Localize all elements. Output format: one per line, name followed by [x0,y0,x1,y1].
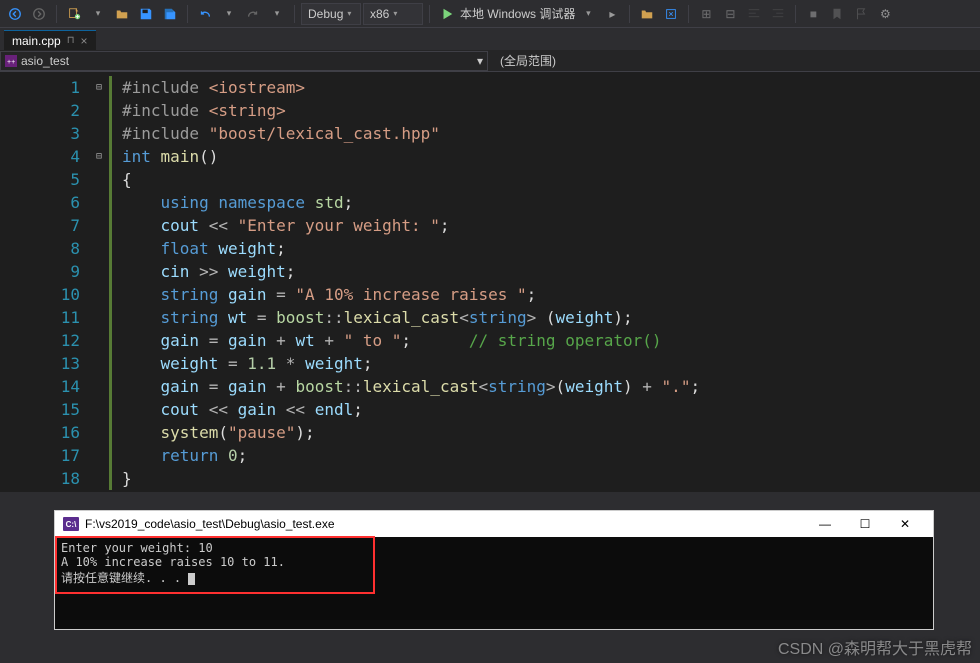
main-toolbar: ▾ ▾ ▾ Debug ▾ x86 ▾ 本地 Windows 调试器 ▾ ▸ ⊞ ⊟… [0,0,980,28]
sync-icon[interactable] [660,3,682,25]
console-line-3: 请按任意键继续. . . [61,569,927,586]
folder-icon[interactable] [636,3,658,25]
config-dropdown[interactable]: Debug ▾ [301,3,361,25]
disabled-btn-2: ⊟ [719,3,741,25]
svg-text:++: ++ [7,59,15,66]
outdent-icon [743,3,765,25]
console-line-1: Enter your weight: 10 [61,541,927,555]
indent-icon [767,3,789,25]
fold-margin: ⊟⊟ [90,72,108,492]
cursor-icon [188,573,195,585]
pin-icon[interactable]: ⊓ [67,35,75,46]
tab-label: main.cpp [12,34,61,48]
close-icon[interactable]: × [81,34,88,48]
line-numbers: 123456789101112131415161718 [0,72,90,492]
code-editor[interactable]: 123456789101112131415161718 ⊟⊟ #include … [0,72,980,492]
undo-icon[interactable] [194,3,216,25]
debugger-more[interactable]: ▸ [601,3,623,25]
cpp-project-icon: ++ [5,55,17,67]
console-title-text: F:\vs2019_code\asio_test\Debug\asio_test… [85,517,335,531]
undo-drop[interactable]: ▾ [218,3,240,25]
chevron-down-icon: ▾ [477,54,483,68]
chevron-down-icon: ▾ [347,9,351,18]
console-titlebar[interactable]: C:\ F:\vs2019_code\asio_test\Debug\asio_… [55,511,933,537]
maximize-button[interactable]: ☐ [845,511,885,537]
project-name: asio_test [21,54,69,68]
document-tabs: main.cpp ⊓ × [0,28,980,50]
scope-dropdown[interactable]: (全局范围) [488,52,980,69]
disabled-btn-1: ⊞ [695,3,717,25]
code-content[interactable]: #include <iostream> #include <string> #i… [114,72,708,492]
open-icon[interactable] [111,3,133,25]
console-icon: C:\ [63,517,79,531]
tool-icon[interactable]: ⚙ [874,3,896,25]
platform-dropdown[interactable]: x86 ▾ [363,3,423,25]
context-bar: ++ asio_test ▾ (全局范围) [0,50,980,72]
minimize-button[interactable]: — [805,511,845,537]
debugger-drop[interactable]: ▾ [577,3,599,25]
config-label: Debug [308,7,343,21]
save-icon[interactable] [135,3,157,25]
start-debug-button[interactable] [436,3,458,25]
console-window: C:\ F:\vs2019_code\asio_test\Debug\asio_… [54,510,934,630]
save-all-icon[interactable] [159,3,181,25]
watermark: CSDN @森明帮大于黑虎帮 [778,635,972,659]
close-button[interactable]: ✕ [885,511,925,537]
nav-back-icon[interactable] [4,3,26,25]
redo-icon[interactable] [242,3,264,25]
platform-label: x86 [370,7,389,21]
new-item-icon[interactable] [63,3,85,25]
comment-icon: ■ [802,3,824,25]
scope-label: (全局范围) [500,54,556,68]
console-line-2: A 10% increase raises 10 to 11. [61,555,927,569]
debugger-label[interactable]: 本地 Windows 调试器 [460,5,575,22]
bookmark-icon [826,3,848,25]
project-dropdown[interactable]: ++ asio_test ▾ [0,51,488,71]
redo-drop[interactable]: ▾ [266,3,288,25]
tab-main-cpp[interactable]: main.cpp ⊓ × [4,30,96,50]
dropdown-icon[interactable]: ▾ [87,3,109,25]
chevron-down-icon: ▾ [393,9,397,18]
console-output[interactable]: Enter your weight: 10 A 10% increase rai… [55,537,933,629]
nav-fwd-icon[interactable] [28,3,50,25]
flag-icon [850,3,872,25]
